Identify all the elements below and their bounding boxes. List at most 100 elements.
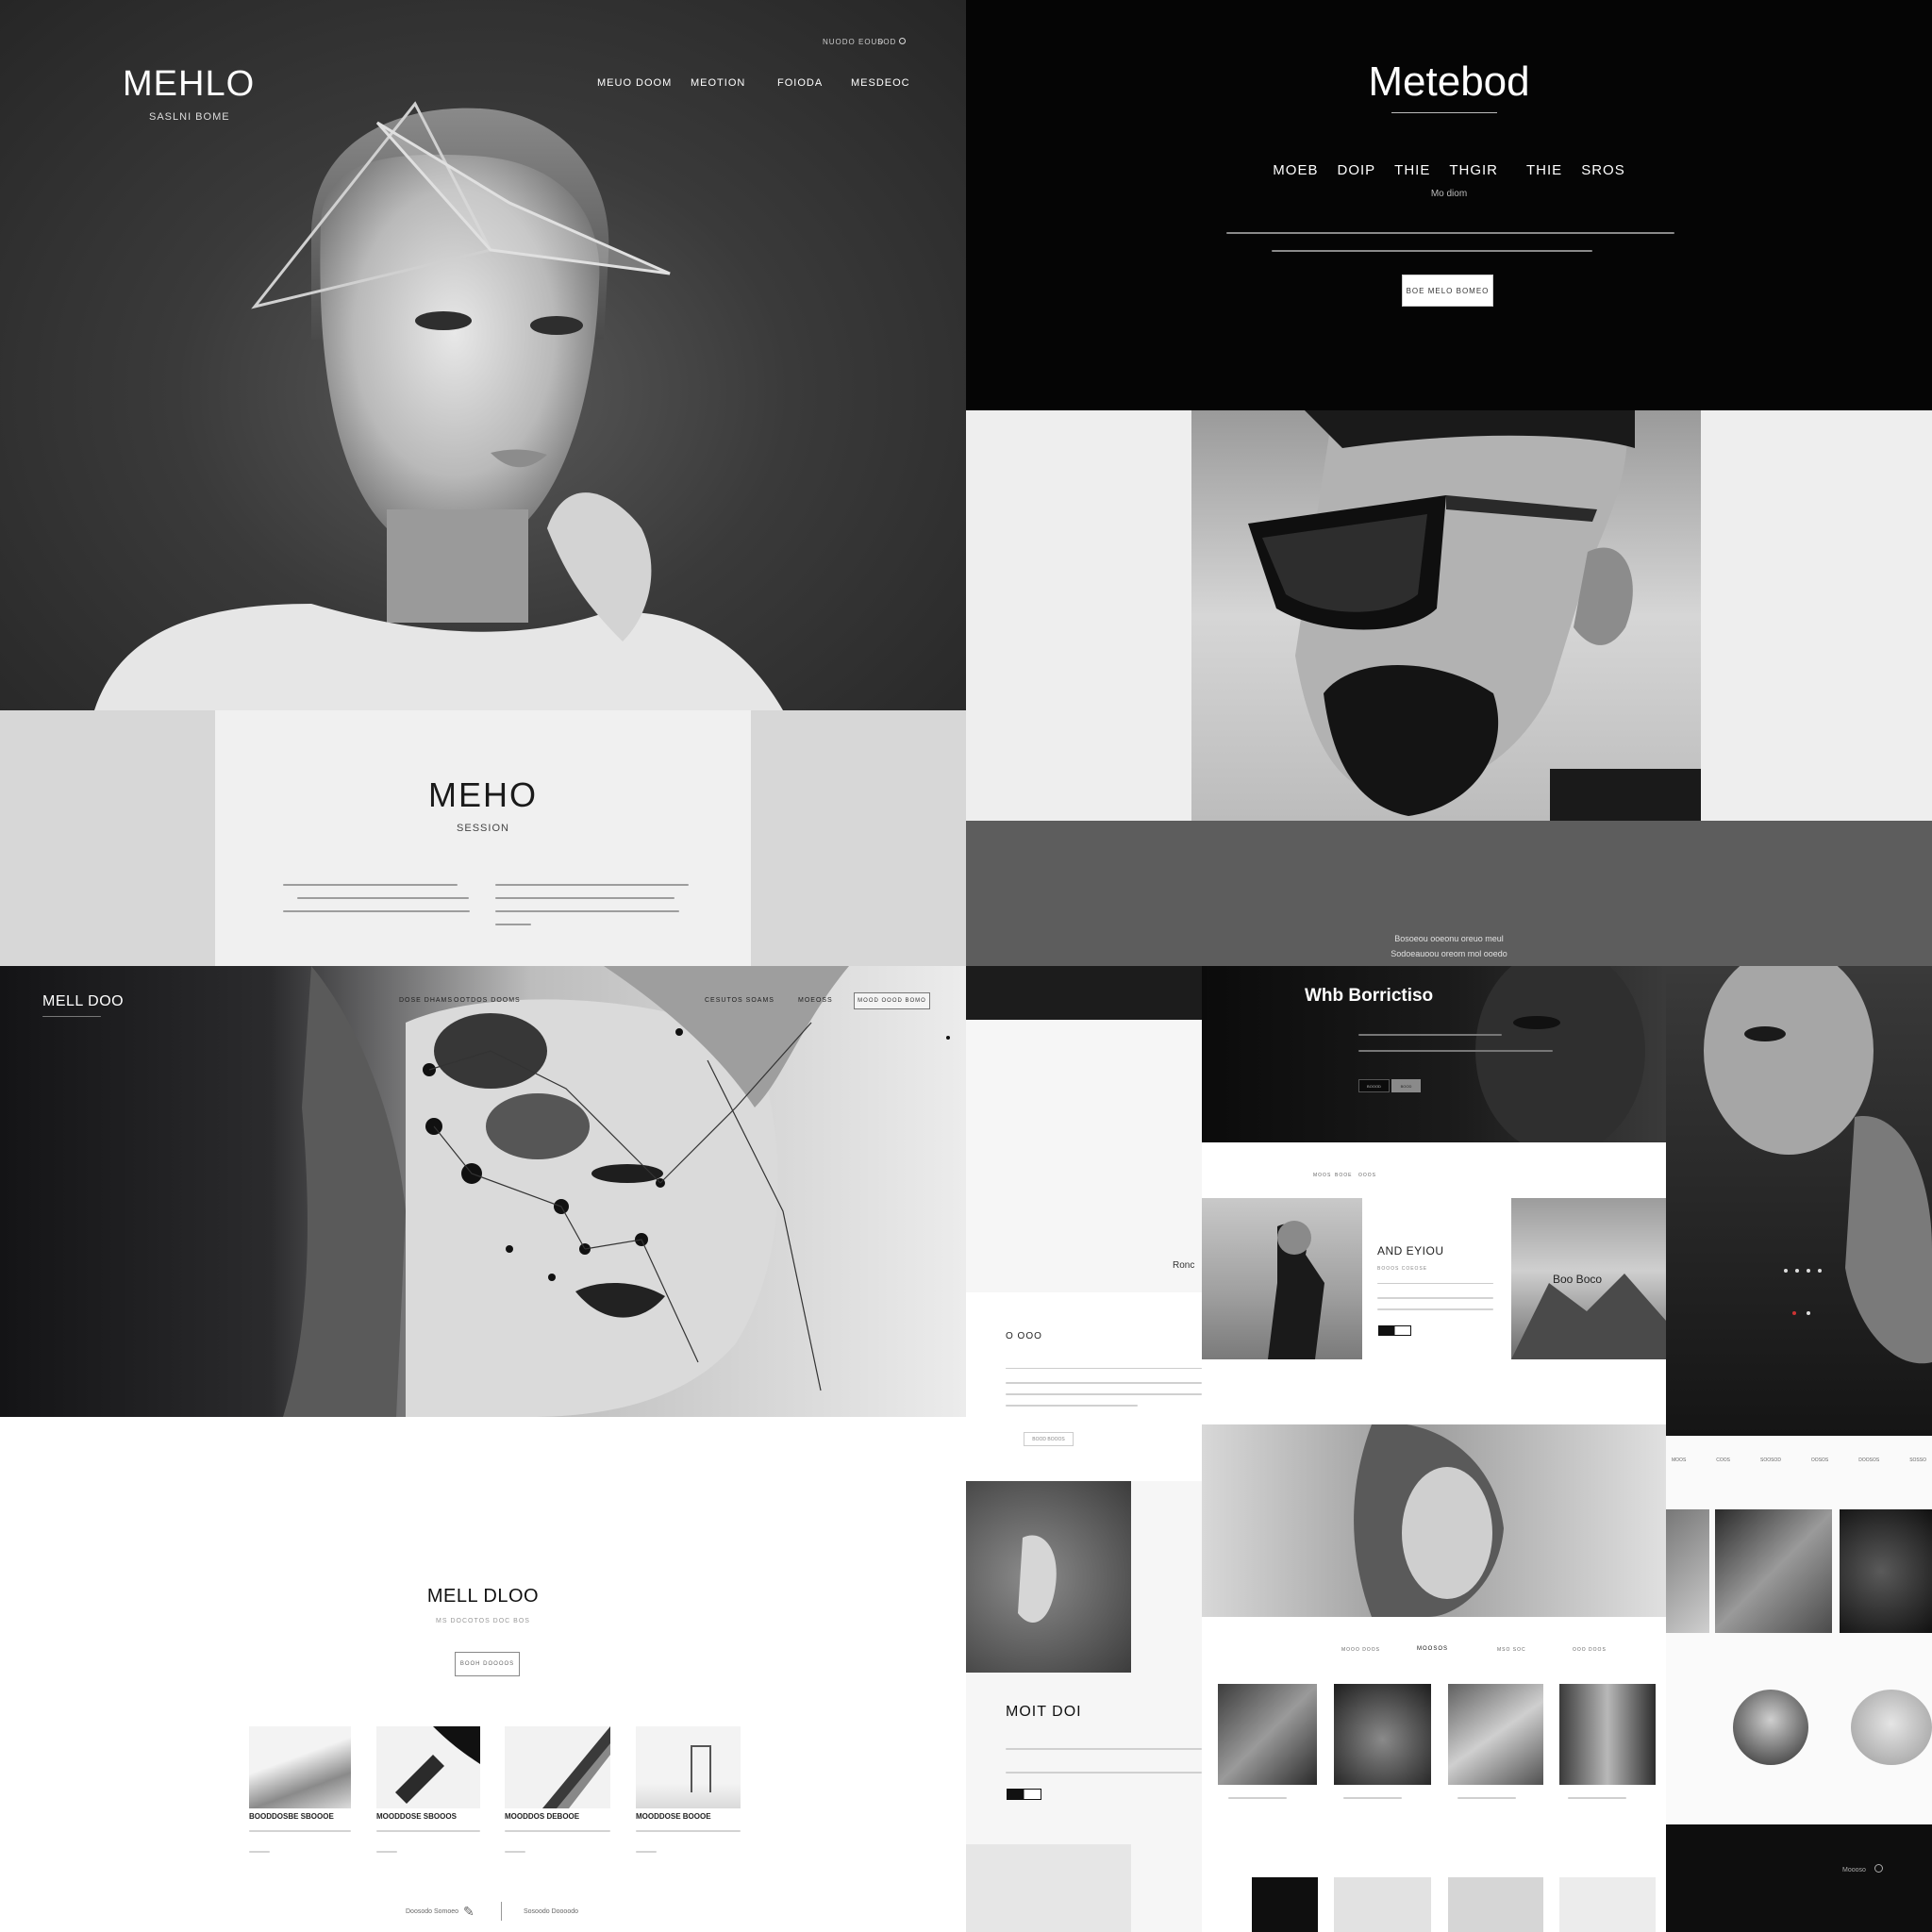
q4-right-nav-0[interactable]: MOOS — [1672, 1457, 1686, 1463]
q4-bottom-right-text[interactable]: Moooso — [1842, 1867, 1866, 1874]
q4-hero — [1202, 966, 1666, 1142]
q1-panel-title: MEHO — [428, 775, 538, 814]
q2-caption-2: Sodoeauoou oreom mol ooedo — [1391, 949, 1507, 958]
q4-feature-photo — [1202, 1198, 1362, 1359]
q2-nav: MOEB DOIP THIE THGIR THIE SROS — [966, 162, 1932, 178]
q2-nav-item-4[interactable]: THIE — [1526, 162, 1562, 178]
q4-right-nav: MOOS COOS SOOSOD OOSOS DOOSOS SOSSO — [1666, 1457, 1932, 1463]
q4-grid-photo-6[interactable] — [1448, 1877, 1543, 1932]
q2-nav-item-3[interactable]: THGIR — [1449, 162, 1498, 178]
q4-left-button-label: BOOD BOOOS — [1032, 1436, 1065, 1442]
q1-panel-subtitle: SESSION — [457, 823, 509, 834]
q4-grid-photo-7[interactable] — [1559, 1877, 1656, 1932]
q4-hero-button-1-label: BOOOD — [1367, 1083, 1381, 1089]
q4-right-nav-3[interactable]: OOSOS — [1811, 1457, 1828, 1463]
q4-right-nav-2[interactable]: SOOSOD — [1760, 1457, 1781, 1463]
q3-hero-photo — [0, 966, 966, 1417]
q4-mosaic-title: MOIT DOI — [1006, 1704, 1082, 1720]
q4-right-nav-1[interactable]: COOS — [1716, 1457, 1730, 1463]
q4-left-button[interactable]: BOOD BOOOS — [1024, 1432, 1074, 1446]
q3-nav-item-1[interactable]: OOTDOS DOOMS — [454, 997, 521, 1004]
q2-title: Metebod — [1368, 58, 1530, 105]
q2-caption-1: Bosoeou ooeonu oreuo meul — [1394, 934, 1504, 943]
q4-strip-center[interactable]: MOOSOS — [1417, 1646, 1448, 1652]
q3-nav-item-0[interactable]: DOSE DHAMS — [399, 997, 453, 1004]
q4-feature-title: AND EYIOU — [1377, 1244, 1444, 1257]
q4-grid-photo-5[interactable] — [1334, 1877, 1431, 1932]
q4-feature-sub: BOOOS COEOSE — [1377, 1266, 1428, 1272]
q2-cta-label: BOE MELO BOMEO — [1406, 286, 1490, 295]
q4-grid-photo-0[interactable] — [1218, 1684, 1317, 1785]
q2-nav-item-1[interactable]: DOIP — [1337, 162, 1375, 178]
q3-section-button-label: BOOH DOOOOS — [459, 1661, 515, 1667]
q3-logo[interactable]: MELL DOO — [42, 993, 124, 1010]
q4-right-nav-5[interactable]: SOSSO — [1909, 1457, 1926, 1463]
q1-portrait-woman — [94, 101, 783, 710]
q4-overlay-text: Boo Boco — [1553, 1273, 1603, 1286]
q3-card-3-title: MOODDOSE BOOOE — [636, 1812, 711, 1821]
q3-nav-item-2[interactable]: CESUTOS SOAMS — [705, 997, 774, 1004]
q4-grid-photo-1[interactable] — [1334, 1684, 1431, 1785]
q4-small-nav-2[interactable]: OOOS — [1358, 1173, 1376, 1178]
q1-nav-item-3[interactable]: MESDEOC — [851, 77, 910, 89]
q2-nav-sub: Mo diom — [1430, 189, 1468, 199]
q2-nav-item-2[interactable]: THIE — [1394, 162, 1430, 178]
q3-footer-divider — [501, 1902, 502, 1921]
q4-hero-title: Whb Borrictiso — [1305, 986, 1434, 1006]
q4-right-grid-2[interactable] — [1840, 1509, 1932, 1633]
q3-footer-pen-icon[interactable]: ✎ — [463, 1904, 475, 1920]
q1-top-link-0[interactable]: nuodo eoud — [823, 38, 884, 46]
q3-logo-tagline — [42, 1016, 101, 1017]
q3-nav-button[interactable]: MOOD OOOD BOMO — [854, 992, 930, 1009]
q3-card-3-image — [636, 1726, 741, 1808]
q4-right-nav-4[interactable]: DOOSOS — [1858, 1457, 1879, 1463]
q2-portrait-photo — [1191, 410, 1701, 821]
q4-grid-photo-4[interactable] — [1252, 1877, 1318, 1932]
q2-nav-item-0[interactable]: MOEB — [1273, 162, 1318, 178]
q3-portrait-ink-face — [283, 966, 950, 1417]
q3-footer-left[interactable]: Doosodo Somoeo — [406, 1908, 458, 1915]
q3-nav-item-3[interactable]: MOEOSS — [798, 997, 833, 1004]
q3-card-2-image — [505, 1726, 610, 1808]
q4-right-grid-0[interactable] — [1666, 1509, 1709, 1633]
q4-strip-label-1[interactable]: MSO SOC — [1497, 1647, 1526, 1653]
q2-caption-band — [966, 821, 1932, 966]
q1-nav-item-0[interactable]: MEUO DOOM — [597, 77, 672, 89]
q4-grid-photo-3[interactable] — [1559, 1684, 1656, 1785]
q4-right-avatar-1[interactable] — [1851, 1690, 1932, 1765]
q3-section-button[interactable]: BOOH DOOOOS — [455, 1652, 520, 1676]
q2-title-underline — [1391, 112, 1497, 113]
q4-left-bottom-photo — [966, 1844, 1131, 1932]
q4-hero-button-2-label: BOOD — [1400, 1083, 1412, 1089]
q4-hero-button-2[interactable]: BOOD — [1391, 1079, 1421, 1092]
q3-card-0-title: BOODDOSBE SBOOOE — [249, 1812, 334, 1821]
q3-card-0-image — [249, 1726, 351, 1808]
q4-feature-toggle[interactable] — [1378, 1325, 1411, 1336]
q4-wide-photo — [1202, 1424, 1666, 1617]
q2-portrait-man — [1248, 410, 1701, 821]
q3-nav-button-label: MOOD OOOD BOMO — [858, 998, 926, 1004]
q1-account-icon[interactable] — [899, 38, 906, 44]
q4-small-nav-0[interactable]: MOOS — [1313, 1173, 1331, 1178]
q4-grid-photo-2[interactable] — [1448, 1684, 1543, 1785]
q3-footer-right[interactable]: Sosoodo Doooodo — [524, 1908, 578, 1915]
q4-small-nav-1[interactable]: BOOE — [1335, 1173, 1352, 1178]
q2-nav-item-5[interactable]: SROS — [1581, 162, 1625, 178]
q4-strip-label-2[interactable]: OOO DOOS — [1573, 1647, 1607, 1653]
q1-nav-item-1[interactable]: MEOTION — [691, 77, 745, 89]
q3-card-2-title: MOODDOS DEBOOE — [505, 1812, 580, 1821]
q4-arrow-icon[interactable] — [1874, 1864, 1883, 1873]
q4-right-footer — [1666, 1824, 1932, 1932]
q4-right-avatar-0[interactable] — [1733, 1690, 1808, 1765]
q2-cta-button[interactable]: BOE MELO BOMEO — [1402, 275, 1493, 307]
q4-right-portrait — [1666, 966, 1932, 1436]
q4-feature-divider — [1377, 1283, 1493, 1284]
q1-top-link-1[interactable]: sod — [877, 38, 896, 46]
q1-nav-item-2[interactable]: FOIODA — [777, 77, 823, 89]
q4-right-grid-1[interactable] — [1715, 1509, 1832, 1633]
q1-logo[interactable]: MEHLO — [123, 64, 255, 105]
q4-mosaic-toggle[interactable] — [1007, 1789, 1041, 1800]
q4-side-label: Ronc — [1173, 1260, 1195, 1271]
q4-hero-button-1[interactable]: BOOOD — [1358, 1079, 1390, 1092]
q4-strip-label-0[interactable]: MOOO DOOS — [1341, 1647, 1380, 1653]
